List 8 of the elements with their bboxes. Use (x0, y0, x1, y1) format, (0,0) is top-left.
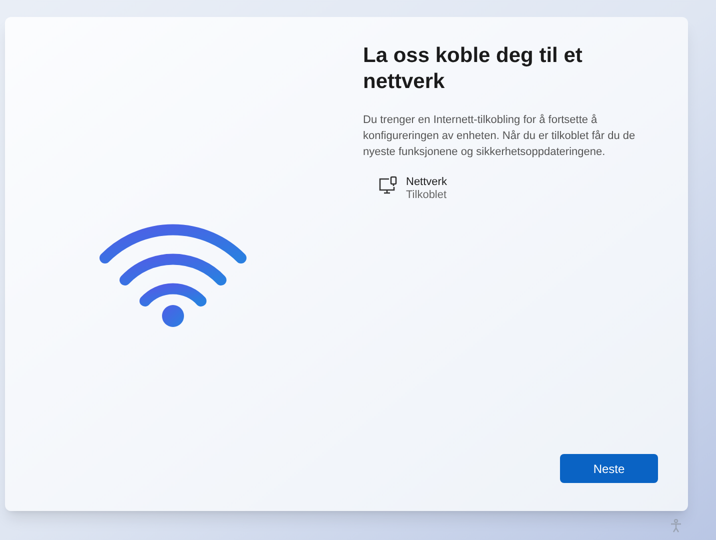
accessibility-icon[interactable] (670, 519, 682, 533)
next-button[interactable]: Neste (560, 454, 658, 483)
network-name: Nettverk (406, 176, 447, 189)
description-text: Du trenger en Internett-tilkobling for å fortsette å konfigureringen av enheten. Når du er tilkoblet får du de nyeste funksjonene og sikkerhetsoppdateringene. (363, 113, 636, 160)
network-status: Tilkoblet (406, 189, 447, 202)
page-title: La oss koble deg til et nettverk (363, 43, 584, 95)
wired-computer-icon (378, 176, 398, 196)
wifi-icon (99, 222, 247, 328)
